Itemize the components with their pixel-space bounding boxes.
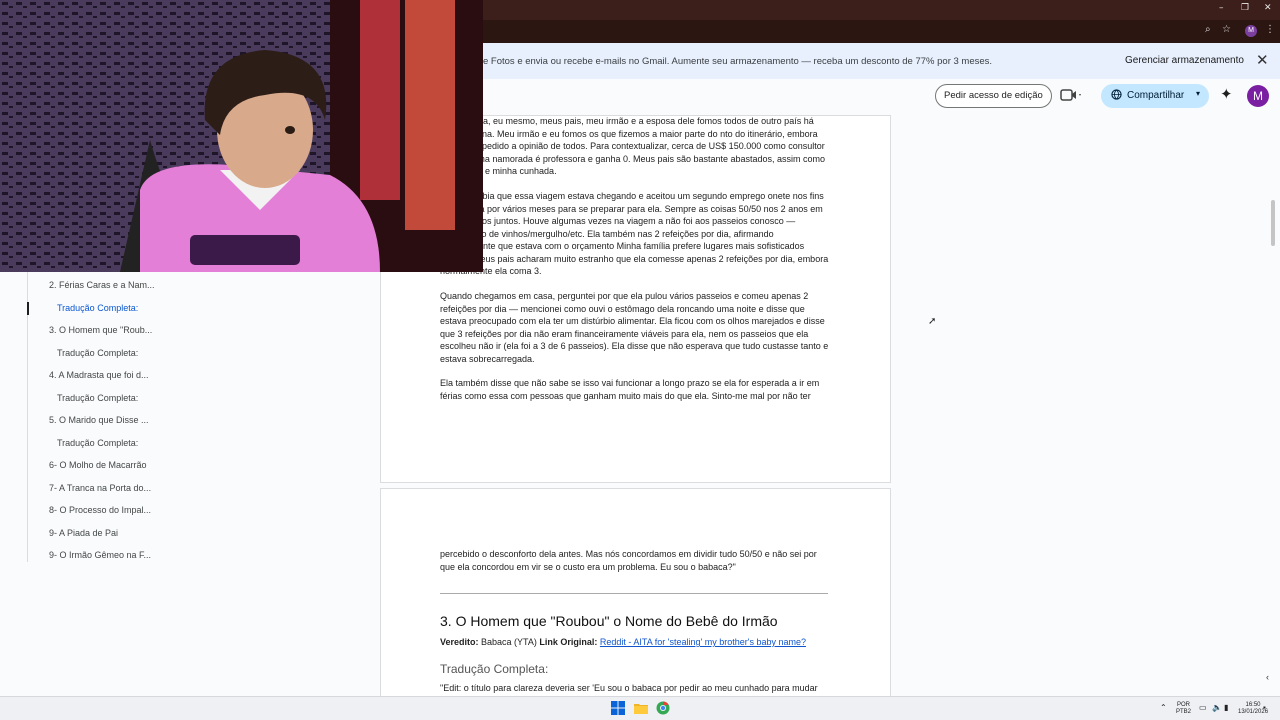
outline-item[interactable]: 4. A Madrasta que foi d... xyxy=(49,370,149,380)
paragraph: Ela também disse que não sabe se isso va… xyxy=(440,378,820,401)
start-menu-icon[interactable] xyxy=(611,701,625,715)
share-button[interactable]: Compartilhar ▾ xyxy=(1101,84,1209,108)
outline-item[interactable]: 7- A Tranca na Porta do... xyxy=(49,483,151,493)
volume-icon[interactable]: 🔈 xyxy=(1212,704,1222,712)
expand-panel-icon[interactable]: ‹ xyxy=(1266,672,1269,682)
close-window-button[interactable]: ✕ xyxy=(1264,3,1272,13)
language-code: POR xyxy=(1177,702,1191,708)
network-icon[interactable]: ▭ xyxy=(1199,704,1207,712)
mouse-cursor-icon: ➚ xyxy=(928,316,937,327)
horizontal-rule xyxy=(440,593,828,594)
outline-item[interactable]: 3. O Homem que "Roub... xyxy=(49,325,152,335)
minimize-button[interactable]: – xyxy=(1219,3,1224,13)
chrome-icon[interactable] xyxy=(656,701,670,715)
browser-menu-icon[interactable]: ⋮ xyxy=(1265,24,1275,35)
paragraph: percebido o desconforto dela antes. Mas … xyxy=(440,549,817,572)
share-label: Compartilhar xyxy=(1127,90,1185,101)
gemini-sparkle-icon[interactable]: ✦ xyxy=(1220,85,1233,103)
original-link[interactable]: Reddit - AITA for 'stealing' my brother'… xyxy=(600,637,806,647)
outline-item[interactable]: 2. Férias Caras e a Nam... xyxy=(49,280,155,290)
language-indicator[interactable]: POR PTB2 xyxy=(1176,702,1191,716)
document-outline: 2. Férias Caras e a Nam... Tradução Compl… xyxy=(27,272,187,562)
manage-storage-link[interactable]: Gerenciar armazenamento xyxy=(1125,55,1244,66)
outline-item[interactable]: Tradução Completa: xyxy=(57,348,138,358)
paragraph: a namorada, eu mesmo, meus pais, meu irm… xyxy=(440,116,826,176)
outline-item[interactable]: 9- O Irmão Gêmeo na F... xyxy=(49,550,151,560)
user-avatar[interactable]: M xyxy=(1247,85,1269,107)
outline-item[interactable]: Tradução Completa: xyxy=(57,438,138,448)
bookmark-star-icon[interactable]: ☆ xyxy=(1222,24,1231,35)
restore-button[interactable]: ❐ xyxy=(1241,3,1249,13)
verdict-label: Veredito: xyxy=(440,637,479,647)
outline-item[interactable]: 6- O Molho de Macarrão xyxy=(49,460,147,470)
show-hidden-icons-icon[interactable]: ⌃ xyxy=(1160,704,1167,712)
zoom-icon[interactable]: ⌕ xyxy=(1205,24,1211,35)
paragraph: morada sabia que essa viagem estava cheg… xyxy=(440,191,829,276)
keyboard-layout: PTB2 xyxy=(1176,709,1192,715)
windows-taskbar: ⌃ POR PTB2 ▭ 🔈 ▮ 16:50 13/01/2026 ▪ xyxy=(0,696,1280,720)
section-heading: 3. O Homem que "Roubou" o Nome do Bebê d… xyxy=(440,613,778,629)
outline-item[interactable]: Tradução Completa: xyxy=(57,303,138,313)
paragraph: "Edit: o título para clareza deveria ser… xyxy=(440,683,818,693)
banner-message: e Fotos e envia ou recebe e-mails no Gma… xyxy=(483,56,993,67)
outline-item[interactable]: Tradução Completa: xyxy=(57,393,138,403)
paragraph: Quando chegamos em casa, perguntei por q… xyxy=(440,291,829,364)
globe-icon xyxy=(1111,89,1122,103)
request-edit-access-button[interactable]: Pedir acesso de edição xyxy=(935,84,1052,108)
file-explorer-icon[interactable] xyxy=(634,701,648,715)
scrollbar-thumb[interactable] xyxy=(1271,200,1275,246)
verdict-value: Babaca (YTA) xyxy=(478,637,540,647)
notifications-icon[interactable]: ▪ xyxy=(1263,704,1266,712)
outline-item[interactable]: 5. O Marido que Disse ... xyxy=(49,415,149,425)
meet-video-icon[interactable] xyxy=(1060,88,1082,105)
verdict-line: Veredito: Babaca (YTA) Link Original: Re… xyxy=(440,637,806,647)
subheading: Tradução Completa: xyxy=(440,662,549,676)
link-label: Link Original: xyxy=(539,637,598,647)
outline-item[interactable]: 8- O Processo do Impal... xyxy=(49,505,151,515)
webcam-overlay xyxy=(0,0,483,272)
battery-icon[interactable]: ▮ xyxy=(1224,704,1228,712)
chevron-down-icon[interactable]: ▾ xyxy=(1196,89,1200,98)
outline-active-indicator xyxy=(27,302,29,315)
browser-profile-avatar[interactable]: M xyxy=(1245,25,1257,37)
banner-close-icon[interactable]: ✕ xyxy=(1256,51,1269,69)
outline-item[interactable]: 9- A Piada de Pai xyxy=(49,528,118,538)
